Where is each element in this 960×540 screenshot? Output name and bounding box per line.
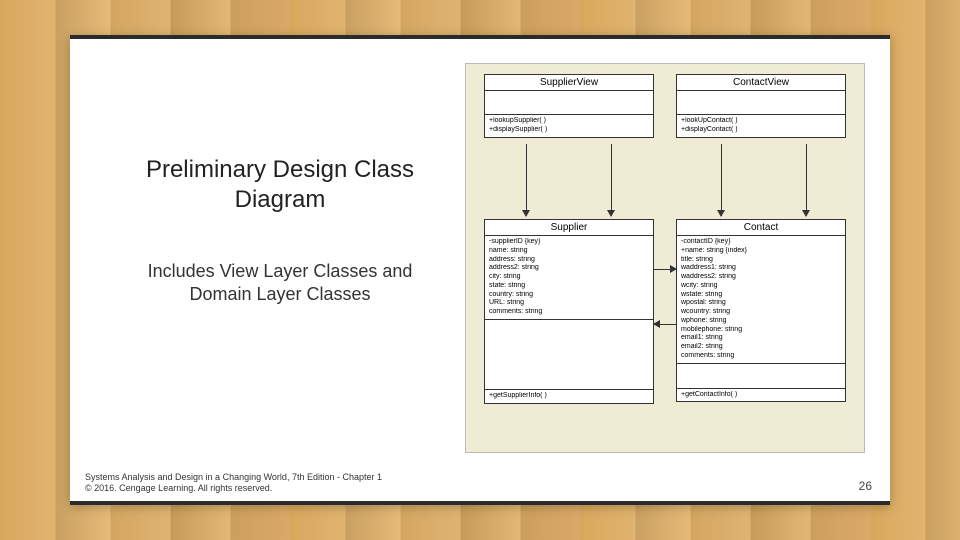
class-title: Supplier: [485, 220, 653, 236]
assoc-contact-to-supplier: [654, 324, 676, 325]
class-title: ContactView: [677, 75, 845, 91]
class-attrs-empty: [677, 91, 845, 115]
class-ops: +getContactInfo( ): [677, 389, 845, 402]
arrow-supplierview-to-supplier: [526, 144, 527, 216]
class-ops: +lookupSupplier( ) +displaySupplier( ): [485, 115, 653, 137]
class-attrs: -contactID {key} +name: string {index} t…: [677, 236, 845, 364]
top-bar: [70, 35, 890, 39]
arrow-supplierview-to-supplier-2: [611, 144, 612, 216]
class-title: Contact: [677, 220, 845, 236]
footer: Systems Analysis and Design in a Changin…: [85, 472, 382, 495]
slide: Preliminary Design Class Diagram Include…: [70, 35, 890, 505]
arrow-contactview-to-contact: [721, 144, 722, 216]
class-contact: Contact -contactID {key} +name: string {…: [676, 219, 846, 402]
page-number: 26: [859, 479, 872, 493]
class-supplier: Supplier -supplierID {key} name: string …: [484, 219, 654, 404]
wood-background: Preliminary Design Class Diagram Include…: [0, 0, 960, 540]
class-spacer: [485, 320, 653, 390]
class-attrs-empty: [485, 91, 653, 115]
assoc-supplier-to-contact: [654, 269, 676, 270]
slide-subtitle: Includes View Layer Classes and Domain L…: [130, 260, 430, 307]
footer-line1: Systems Analysis and Design in a Changin…: [85, 472, 382, 484]
arrow-contactview-to-contact-2: [806, 144, 807, 216]
class-title: SupplierView: [485, 75, 653, 91]
class-attrs: -supplierID {key} name: string address: …: [485, 236, 653, 320]
slide-title: Preliminary Design Class Diagram: [130, 155, 430, 215]
class-ops: +lookUpContact( ) +displayContact( ): [677, 115, 845, 137]
class-ops: +getSupplierInfo( ): [485, 390, 653, 403]
class-contact-view: ContactView +lookUpContact( ) +displayCo…: [676, 74, 846, 138]
class-supplier-view: SupplierView +lookupSupplier( ) +display…: [484, 74, 654, 138]
class-spacer: [677, 364, 845, 389]
bottom-bar: [70, 501, 890, 505]
class-diagram: SupplierView +lookupSupplier( ) +display…: [465, 63, 865, 453]
footer-line2: © 2016. Cengage Learning. All rights res…: [85, 483, 382, 495]
text-column: Preliminary Design Class Diagram Include…: [130, 155, 430, 307]
